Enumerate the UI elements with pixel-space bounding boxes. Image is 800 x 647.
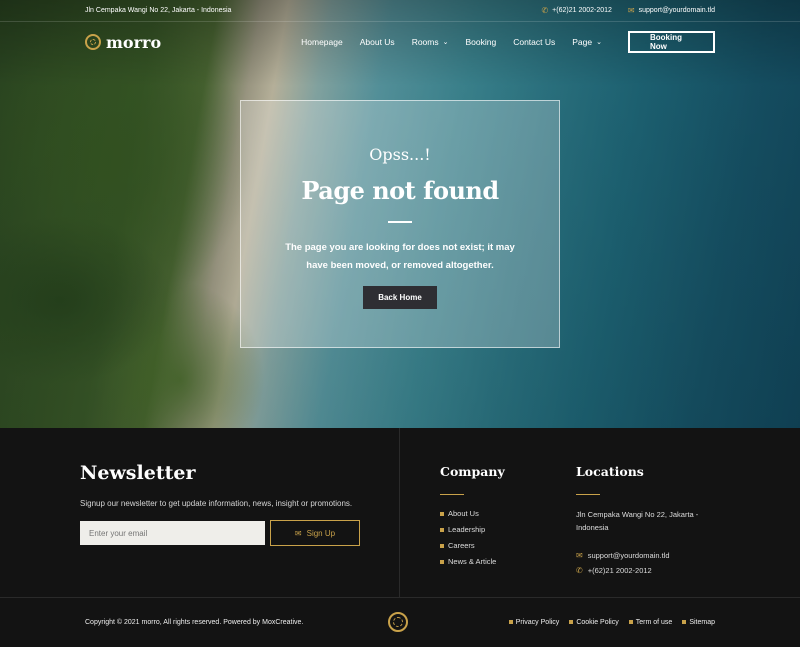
mail-icon: ✉ — [294, 528, 302, 538]
top-email-text: support@yourdomain.tld — [638, 7, 715, 14]
footer-link-label: News & Article — [448, 557, 497, 566]
error-kicker: Opss...! — [369, 145, 431, 164]
newsletter-text: Signup our newsletter to get update info… — [80, 499, 353, 508]
bullet-icon — [569, 620, 574, 624]
error-card: Opss...! Page not found The page you are… — [240, 100, 560, 348]
location-address: Jln Cempaka Wangi No 22, Jakarta - Indon… — [576, 510, 699, 532]
top-phone[interactable]: ✆ +(62)21 2002-2012 — [541, 6, 611, 15]
page-title: Page not found — [301, 176, 499, 205]
bullet-icon — [628, 620, 633, 624]
locations-title: Locations — [576, 464, 644, 479]
location-email-text: support@yourdomain.tld — [587, 550, 670, 560]
footer-link-label: Leadership — [448, 525, 486, 534]
nav-item-label: Booking — [465, 37, 497, 47]
bullet-icon — [440, 559, 444, 564]
nav-item-contact-us[interactable]: Contact Us — [513, 37, 555, 47]
nav-item-label: Rooms — [411, 37, 439, 47]
company-column: Company About Us Leadership Careers News… — [440, 428, 576, 597]
footer: Newsletter Signup our newsletter to get … — [0, 428, 800, 647]
mail-icon: ✉ — [576, 550, 583, 560]
mail-icon: ✉ — [627, 6, 635, 15]
nav-item-page[interactable]: Page ⌄ — [572, 37, 602, 47]
sign-up-label: Sign Up — [306, 528, 336, 538]
chevron-down-icon: ⌄ — [442, 39, 449, 46]
location-email[interactable]: ✉ support@yourdomain.tld — [576, 551, 726, 560]
company-title: Company — [440, 464, 505, 479]
logo[interactable]: morro — [85, 33, 301, 52]
email-field[interactable] — [80, 521, 265, 545]
legal-link-label: Term of use — [635, 618, 673, 626]
top-email[interactable]: ✉ support@yourdomain.tld — [628, 6, 715, 15]
nav-item-label: Homepage — [301, 37, 343, 47]
location-phone-text: +(62)21 2002-2012 — [587, 565, 652, 575]
footer-top: Newsletter Signup our newsletter to get … — [0, 428, 800, 598]
error-message: The page you are looking for does not ex… — [285, 242, 515, 271]
location-phone[interactable]: ✆ +(62)21 2002-2012 — [576, 566, 726, 575]
footer-link-about-us[interactable]: About Us — [440, 509, 576, 518]
nav-item-homepage[interactable]: Homepage — [301, 37, 343, 47]
legal-link-terms[interactable]: Term of use — [628, 618, 673, 626]
phone-icon: ✆ — [541, 6, 549, 15]
legal-link-sitemap[interactable]: Sitemap — [682, 619, 715, 626]
legal-link-label: Sitemap — [689, 618, 715, 626]
title-divider — [388, 221, 412, 223]
footer-link-label: Careers — [448, 541, 475, 550]
nav-menu: Homepage About Us Rooms ⌄ Booking Contact… — [301, 31, 715, 53]
nav-item-label: Page — [572, 37, 593, 47]
subscribe-form: ✉ Sign Up — [80, 520, 399, 546]
footer-link-label: About Us — [448, 509, 479, 518]
main-nav: morro Homepage About Us Rooms ⌄ Booking C… — [0, 22, 800, 62]
company-links: About Us Leadership Careers News & Artic… — [440, 509, 576, 566]
sign-up-button[interactable]: ✉ Sign Up — [270, 520, 360, 546]
bullet-icon — [440, 511, 444, 516]
bullet-icon — [508, 620, 513, 624]
legal-links: Privacy Policy Cookie Policy Term of use… — [508, 618, 715, 626]
legal-link-label: Cookie Policy — [576, 618, 619, 626]
footer-link-leadership[interactable]: Leadership — [440, 525, 576, 534]
top-bar: Jln Cempaka Wangi No 22, Jakarta - Indon… — [0, 0, 800, 22]
booking-now-button[interactable]: Booking Now — [628, 31, 715, 53]
locations-column: Locations Jln Cempaka Wangi No 22, Jakar… — [576, 428, 726, 597]
nav-item-rooms[interactable]: Rooms ⌄ — [412, 37, 449, 47]
bullet-icon — [440, 527, 444, 532]
nav-item-booking[interactable]: Booking — [466, 37, 497, 47]
hero-section: Jln Cempaka Wangi No 22, Jakarta - Indon… — [0, 0, 800, 428]
footer-link-news[interactable]: News & Article — [440, 557, 576, 566]
locations-divider — [576, 494, 600, 495]
back-home-button[interactable]: Back Home — [363, 286, 437, 310]
legal-link-privacy[interactable]: Privacy Policy — [508, 618, 560, 626]
footer-bottom: Copyright © 2021 morro, All rights reser… — [0, 598, 800, 646]
top-contact: ✆ +(62)21 2002-2012 ✉ support@yourdomain… — [541, 6, 715, 15]
nav-item-label: Contact Us — [513, 37, 556, 47]
logo-text: morro — [106, 32, 162, 52]
company-divider — [440, 494, 464, 495]
bullet-icon — [682, 620, 687, 624]
top-phone-text: +(62)21 2002-2012 — [552, 7, 612, 14]
phone-icon: ✆ — [576, 565, 583, 575]
footer-logo-icon[interactable] — [388, 612, 408, 632]
legal-link-cookie[interactable]: Cookie Policy — [569, 618, 619, 626]
newsletter-section: Newsletter Signup our newsletter to get … — [0, 428, 400, 597]
footer-link-careers[interactable]: Careers — [440, 541, 576, 550]
top-address: Jln Cempaka Wangi No 22, Jakarta - Indon… — [85, 7, 232, 14]
copyright: Copyright © 2021 morro, All rights reser… — [85, 618, 304, 626]
chevron-down-icon: ⌄ — [596, 39, 602, 46]
nav-item-about-us[interactable]: About Us — [360, 37, 395, 47]
legal-link-label: Privacy Policy — [515, 618, 560, 626]
nav-item-label: About Us — [359, 37, 395, 47]
bullet-icon — [440, 543, 444, 548]
newsletter-title: Newsletter — [80, 462, 196, 484]
logo-mark-icon — [85, 34, 101, 50]
